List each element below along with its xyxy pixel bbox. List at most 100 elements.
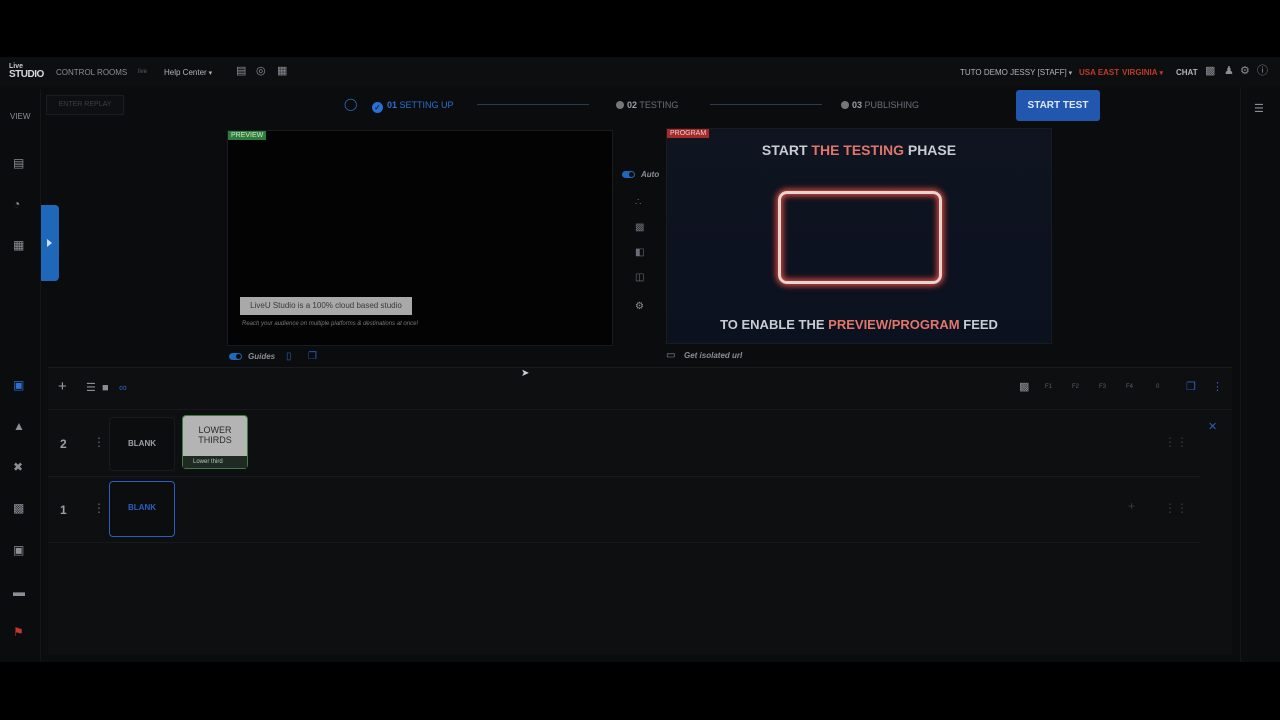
lower-third-sub-text: Reach your audience on multiple platform… bbox=[242, 321, 419, 327]
transition-cut-icon[interactable]: ◫ bbox=[635, 272, 644, 283]
truck-icon[interactable]: ▬ bbox=[13, 586, 25, 598]
layout-icon[interactable]: ▦ bbox=[277, 66, 287, 77]
drag-handle-icon[interactable]: ⋮⋮ bbox=[1164, 501, 1188, 515]
drag-handle-icon[interactable]: ⋮⋮ bbox=[1164, 435, 1188, 449]
step-label: PUBLISHING bbox=[864, 100, 920, 110]
user-dropdown[interactable]: TUTO DEMO JESSY [STAFF] bbox=[960, 68, 1072, 77]
transition-fade-icon[interactable]: ▩ bbox=[635, 222, 644, 233]
lightbulb-icon[interactable]: ◯ bbox=[344, 98, 357, 110]
neon-frame-graphic bbox=[778, 191, 942, 284]
duplicate-icon[interactable]: ❐ bbox=[1186, 382, 1196, 393]
foot-pre: TO ENABLE THE bbox=[720, 317, 829, 332]
gear-icon[interactable]: ⚙ bbox=[1240, 66, 1250, 77]
chat-icon[interactable]: ▩ bbox=[1205, 66, 1215, 77]
align-icon[interactable]: ☰ bbox=[86, 383, 96, 394]
add-tile-icon[interactable]: + bbox=[1128, 499, 1135, 513]
tools-icon[interactable]: ✖ bbox=[13, 461, 23, 473]
check-icon: ✓ bbox=[372, 102, 383, 113]
foot-post: FEED bbox=[959, 317, 998, 332]
add-layer-icon[interactable]: + bbox=[58, 379, 67, 394]
grid-icon[interactable]: ▦ bbox=[13, 239, 24, 251]
view-label: VIEW bbox=[10, 112, 31, 121]
program-tag: PROGRAM bbox=[667, 129, 710, 138]
alert-icon[interactable]: ⚑ bbox=[13, 626, 24, 638]
more-vertical-icon[interactable]: ⋮ bbox=[1212, 382, 1223, 393]
close-icon[interactable]: ✕ bbox=[1208, 420, 1217, 433]
layer-number: 2 bbox=[60, 437, 67, 451]
layer-row-1: 1 ⋮ BLANK + ⋮⋮ bbox=[48, 477, 1200, 543]
layer-menu-icon[interactable]: ⋮ bbox=[93, 435, 105, 449]
copy-icon[interactable]: ❐ bbox=[308, 351, 317, 362]
blank-tile[interactable]: BLANK bbox=[109, 417, 175, 471]
transition-wipe-icon[interactable]: ◧ bbox=[635, 247, 644, 258]
step-setting-up[interactable]: ✓ 01 SETTING UP bbox=[372, 100, 454, 113]
region-city-dropdown[interactable]: VIRGINIA bbox=[1122, 68, 1163, 77]
right-rail: ☰ bbox=[1240, 87, 1280, 662]
f1-key[interactable]: F1 bbox=[1045, 384, 1052, 390]
layer-number: 1 bbox=[60, 503, 67, 517]
transition-dots-icon[interactable]: ∴ bbox=[635, 197, 641, 208]
preview-monitor[interactable]: PREVIEW LiveU Studio is a 100% cloud bas… bbox=[227, 130, 613, 346]
step-connector bbox=[477, 104, 589, 105]
step-connector bbox=[710, 104, 822, 105]
expand-panel-tab[interactable] bbox=[41, 205, 59, 281]
comment-icon[interactable]: ▩ bbox=[13, 502, 24, 514]
text-icon[interactable]: ▣ bbox=[13, 544, 24, 556]
info-icon[interactable]: ⓘ bbox=[1257, 66, 1268, 77]
step-number: 02 bbox=[627, 100, 638, 110]
preview-tag: PREVIEW bbox=[228, 131, 267, 140]
camera-icon[interactable]: ▣ bbox=[13, 379, 24, 391]
step-publishing[interactable]: 03 PUBLISHING bbox=[841, 100, 919, 110]
chat-link[interactable]: CHAT bbox=[1176, 68, 1198, 77]
monitor-icon[interactable]: ▭ bbox=[666, 350, 675, 361]
layer-row-2: 2 ⋮ BLANK LOWER THIRDS Lower third ⋮⋮ bbox=[48, 411, 1200, 477]
lower-third-main-text: LiveU Studio is a 100% cloud based studi… bbox=[240, 297, 412, 315]
panel-list-icon[interactable]: ☰ bbox=[1254, 104, 1264, 115]
stats-icon[interactable]: ▤ bbox=[13, 157, 24, 169]
zero-key[interactable]: 0 bbox=[1156, 384, 1159, 390]
get-isolated-url-link[interactable]: Get isolated url bbox=[684, 351, 742, 360]
mobile-icon[interactable]: ▯ bbox=[286, 351, 292, 362]
left-rail: VIEW ▤ ◔ ▦ ▣ ▲ ✖ ▩ ▣ ▬ ⚑ bbox=[0, 87, 40, 662]
f2-key[interactable]: F2 bbox=[1072, 384, 1079, 390]
logo-bottom-text: STUDIO bbox=[9, 69, 44, 80]
f4-key[interactable]: F4 bbox=[1126, 384, 1133, 390]
lock-icon[interactable]: ■ bbox=[102, 383, 109, 394]
f3-key[interactable]: F3 bbox=[1099, 384, 1106, 390]
program-footer: TO ENABLE THE PREVIEW/PROGRAM FEED bbox=[667, 317, 1051, 332]
comment-icon[interactable]: ▩ bbox=[1019, 382, 1029, 393]
enter-replay-button[interactable]: ENTER REPLAY bbox=[46, 95, 124, 115]
step-testing[interactable]: 02 TESTING bbox=[616, 100, 678, 110]
guides-label: Guides bbox=[248, 352, 276, 361]
transition-settings-icon[interactable]: ⚙ bbox=[635, 301, 644, 312]
link-icon[interactable]: ∞ bbox=[119, 383, 127, 394]
user-icon[interactable]: ♟ bbox=[1224, 66, 1234, 77]
step-label: SETTING UP bbox=[399, 100, 454, 110]
title-post: PHASE bbox=[903, 142, 957, 158]
layers-toolbar: + ☰ ■ ∞ ▩ F1 F2 F3 F4 0 ❐ ⋮ bbox=[48, 368, 1232, 410]
broadcast-icon[interactable]: ▲ bbox=[13, 420, 25, 432]
step-label: TESTING bbox=[639, 100, 679, 110]
layer-menu-icon[interactable]: ⋮ bbox=[93, 501, 105, 515]
app-window: Live STUDIO CONTROL ROOMS live Help Cent… bbox=[0, 57, 1280, 662]
program-monitor[interactable]: PROGRAM START THE TESTING PHASE TO ENABL… bbox=[666, 128, 1052, 344]
auto-label: Auto bbox=[641, 170, 660, 179]
step-dot-icon bbox=[841, 101, 849, 109]
mouse-cursor-icon: ➤ bbox=[521, 368, 530, 379]
control-rooms-link[interactable]: CONTROL ROOMS bbox=[56, 68, 127, 77]
speedometer-icon[interactable]: ◔ bbox=[13, 198, 20, 210]
tile-label: LOWER THIRDS bbox=[198, 425, 232, 445]
liveu-studio-logo[interactable]: Live STUDIO bbox=[9, 63, 47, 80]
support-icon[interactable]: ◎ bbox=[256, 66, 266, 77]
start-test-button[interactable]: START TEST bbox=[1016, 90, 1100, 121]
help-center-dropdown[interactable]: Help Center bbox=[164, 68, 212, 77]
step-number: 03 bbox=[852, 100, 863, 110]
title-highlight: THE TESTING bbox=[811, 142, 904, 158]
calendar-icon[interactable]: ▤ bbox=[236, 66, 246, 77]
top-bar: Live STUDIO CONTROL ROOMS live Help Cent… bbox=[0, 57, 1280, 87]
blank-tile-selected[interactable]: BLANK bbox=[109, 481, 175, 537]
live-badge: live bbox=[138, 69, 148, 75]
guides-toggle[interactable] bbox=[229, 353, 242, 360]
lower-thirds-tile[interactable]: LOWER THIRDS Lower third bbox=[182, 415, 248, 469]
auto-toggle[interactable] bbox=[622, 171, 635, 178]
